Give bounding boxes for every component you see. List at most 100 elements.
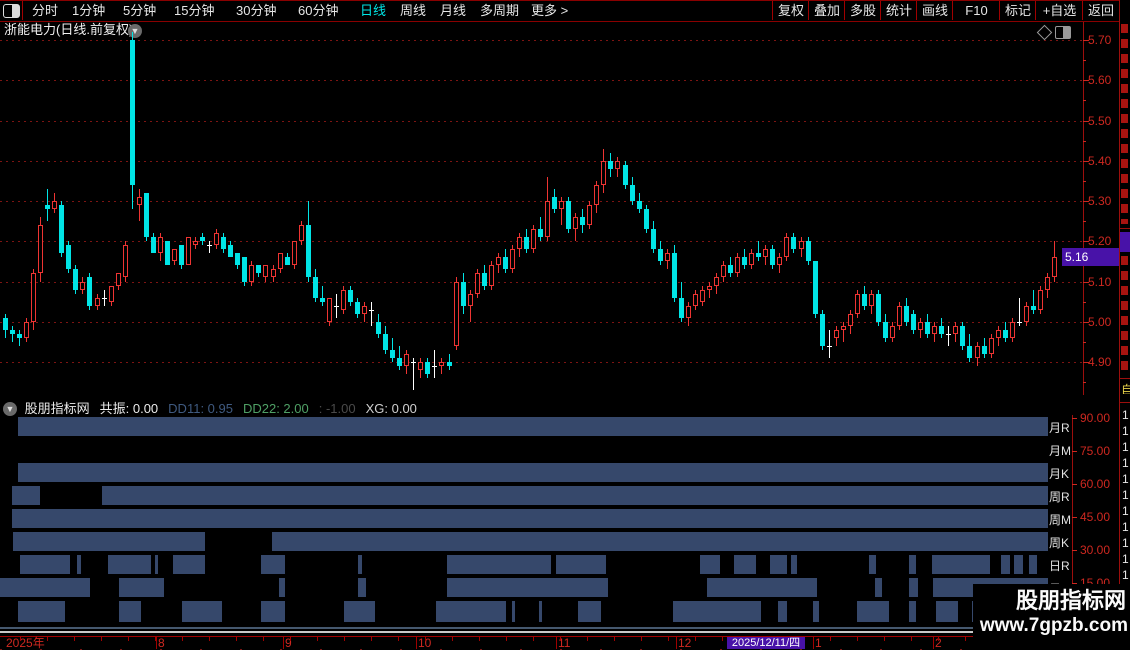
candle-body: [144, 193, 149, 237]
tab-period-8[interactable]: 月线: [440, 1, 466, 20]
strip-divider: [1120, 402, 1130, 403]
indicator-bar-segment: [936, 601, 958, 622]
price-tick: [1083, 302, 1086, 303]
toolbar-button-叠加[interactable]: 叠加: [808, 1, 845, 20]
indicator-header: ▼ 股朋指标网 共振: 0.00 DD11: 0.95 DD22: 2.00: -1.…: [0, 398, 1118, 416]
indicator-bar-segment: [0, 578, 90, 597]
tab-period-2[interactable]: 5分钟: [123, 1, 156, 20]
toolbar-button-多股[interactable]: 多股: [844, 1, 881, 20]
tab-period-9[interactable]: 多周期: [480, 1, 519, 20]
candle-body: [672, 253, 677, 298]
panel-toggle-icon[interactable]: [3, 4, 20, 18]
indicator-row-label: 周M: [1049, 513, 1071, 527]
candle-body: [580, 217, 585, 225]
candle-body: [242, 257, 247, 282]
candle-body: [623, 165, 628, 185]
toolbar-button-复权[interactable]: 复权: [772, 1, 809, 20]
date-minor-tick: [182, 637, 183, 641]
candle-body: [566, 201, 571, 229]
candle-body: [587, 205, 592, 225]
toolbar-button-标记[interactable]: 标记: [999, 1, 1036, 20]
candlestick-chart[interactable]: [0, 22, 1083, 395]
indicator-row-日R: [0, 555, 1048, 574]
candle-body: [552, 197, 557, 209]
scrollbar-thumb[interactable]: [0, 631, 1118, 633]
candle-wick: [209, 241, 210, 253]
indicator-bar-segment: [1014, 555, 1023, 574]
indicator-axis-tick: [1072, 418, 1077, 419]
date-minor-tick: [911, 637, 912, 641]
candle-body: [341, 290, 346, 310]
candle-body: [897, 306, 902, 326]
candle-body: [228, 245, 233, 257]
date-minor-tick: [128, 637, 129, 641]
tab-period-0[interactable]: 分时: [32, 1, 58, 20]
candle-body: [475, 273, 480, 294]
indicator-axis-tick: [1072, 517, 1077, 518]
price-tick-label: 5.30: [1088, 194, 1112, 208]
tab-period-7[interactable]: 周线: [400, 1, 426, 20]
indicator-bar-segment: [447, 578, 608, 597]
tab-period-3[interactable]: 15分钟: [174, 1, 214, 20]
candle-body: [707, 286, 712, 290]
candle-body: [334, 306, 339, 307]
price-tick: [1083, 100, 1086, 101]
indicator-header-part-0: 股朋指标网: [24, 401, 90, 416]
toolbar-button-F10[interactable]: F10: [952, 1, 1000, 20]
indicator-bar-segment: [358, 555, 362, 574]
indicator-bar-segment: [909, 555, 916, 574]
candle-body: [52, 201, 57, 209]
clipped-number: 1: [1122, 472, 1129, 486]
indicator-bar-segment: [539, 601, 542, 622]
candle-body: [517, 237, 522, 249]
trading-app-window: 分时 1分钟 5分钟 15分钟 30分钟 60分钟 日线 周线 月线 多周期 更多 > 返回 +自选标…: [0, 0, 1130, 650]
price-tick: [1083, 221, 1086, 222]
date-minor-tick: [344, 637, 345, 641]
indicator-bar-segment: [173, 555, 205, 574]
candle-body: [615, 161, 620, 169]
date-major-tick: [156, 637, 157, 649]
tab-period-6[interactable]: 日线: [360, 1, 386, 20]
price-tick: [1083, 80, 1089, 81]
candle-body: [601, 161, 606, 185]
candle-body: [538, 229, 543, 237]
date-minor-tick: [479, 637, 480, 641]
indicator-bar-segment: [578, 601, 601, 622]
indicator-axis-label: 60.00: [1080, 477, 1111, 491]
candle-wick: [948, 326, 949, 346]
indicator-bar-segment: [447, 555, 551, 574]
tab-period-5[interactable]: 60分钟: [298, 1, 338, 20]
date-major-tick: [813, 637, 814, 649]
candle-body: [306, 225, 311, 277]
indicator-header-part-5: XG: 0.00: [365, 401, 417, 416]
candle-body: [967, 346, 972, 358]
indicator-row-周R: [0, 486, 1048, 505]
split-window-icon[interactable]: [1055, 26, 1071, 39]
candle-wick: [441, 358, 442, 374]
candle-body: [918, 322, 923, 330]
price-tick: [1083, 161, 1089, 162]
indicator-bar-segment: [20, 555, 70, 574]
tab-period-10[interactable]: 更多 >: [531, 1, 568, 20]
toolbar-button-+自选[interactable]: +自选: [1035, 1, 1083, 20]
indicator-bar-segment: [436, 601, 506, 622]
toolbar-button-返回[interactable]: 返回: [1082, 1, 1119, 20]
tab-period-1[interactable]: 1分钟: [72, 1, 105, 20]
candle-body: [482, 273, 487, 286]
price-tick: [1083, 201, 1089, 202]
candle-body: [784, 237, 789, 257]
candle-body: [848, 314, 853, 326]
price-axis-line: [1083, 22, 1084, 395]
indicator-bar-segment: [261, 555, 285, 574]
tab-period-4[interactable]: 30分钟: [236, 1, 276, 20]
date-label: 1: [815, 636, 822, 650]
scrollbar-track[interactable]: [0, 627, 1118, 629]
collapse-indicator-icon[interactable]: ▼: [3, 401, 17, 416]
candle-body: [658, 249, 663, 261]
toolbar-button-统计[interactable]: 统计: [880, 1, 917, 20]
toolbar-button-画线[interactable]: 画线: [916, 1, 953, 20]
indicator-bar-segment: [700, 555, 720, 574]
date-major-tick: [676, 637, 677, 649]
indicator-bar-segment: [512, 601, 515, 622]
candle-body: [883, 322, 888, 338]
